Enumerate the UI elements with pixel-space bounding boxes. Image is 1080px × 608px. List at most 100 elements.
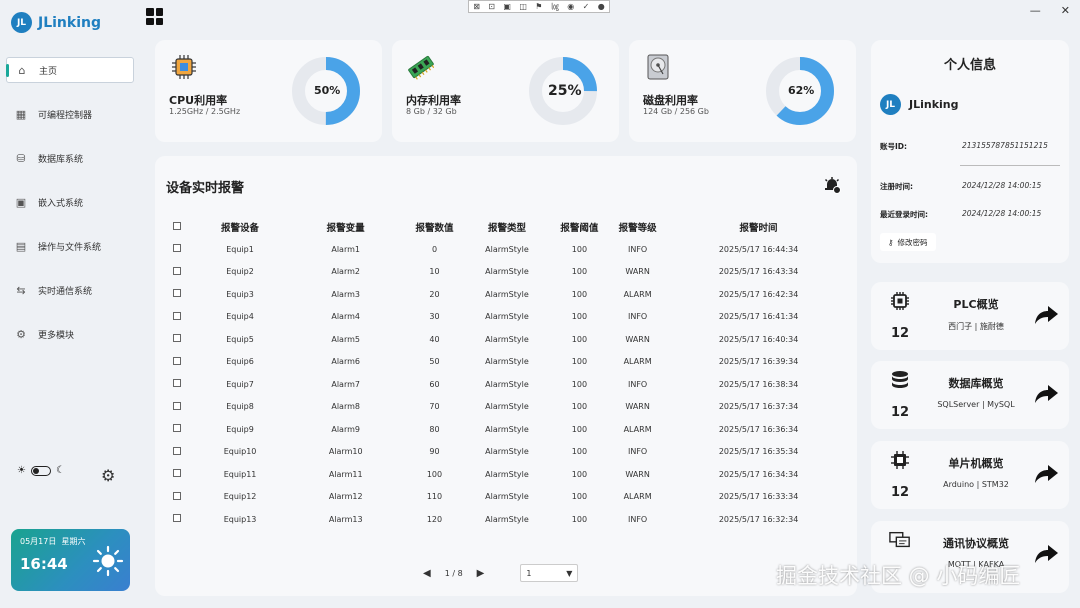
select-all-checkbox[interactable] [173, 221, 182, 230]
table-row: Equip11 Alarm11 100 AlarmStyle 100 WARN 2025/5… [163, 463, 853, 486]
table-cell: 70 [429, 402, 440, 412]
minimize-button[interactable]: — [1030, 4, 1041, 17]
row-select-cell [163, 486, 192, 509]
overview-subtitle: Arduino | STM32 [943, 480, 1009, 489]
table-cell: Alarm12 [328, 492, 363, 502]
protocol-icon [889, 529, 911, 551]
table-cell: 2025/5/17 16:32:34 [718, 514, 799, 524]
table-cell: AlarmStyle [485, 402, 529, 412]
last-login-row: 最近登录时间: 2024/12/28 14:00:15 [880, 209, 1060, 220]
row-checkbox[interactable] [173, 289, 182, 298]
row-checkbox[interactable] [173, 469, 182, 478]
overview-title: 通讯协议概览 [943, 537, 1009, 550]
column-header: 报警设备 [221, 223, 260, 234]
debug-tool-5[interactable]: ㏒ [551, 1, 559, 12]
sidebar-item-3[interactable]: ▣ 嵌入式系统 [6, 189, 134, 215]
register-time-value: 2024/12/28 14:00:15 [962, 181, 1042, 190]
alarm-table-card: 设备实时报警 报警设备 报警变量 报警数值 报警类型 报警阈值 报警等级 报警时间 Equi… [155, 156, 857, 596]
alarm-settings-icon[interactable] [823, 176, 841, 194]
table-cell: Equip1 [226, 244, 254, 254]
key-icon: ⚷ [888, 237, 894, 247]
chip-icon [889, 290, 911, 312]
table-cell: 2025/5/17 16:44:34 [718, 244, 799, 254]
row-select-cell [163, 306, 192, 329]
row-checkbox[interactable] [173, 244, 182, 253]
debug-tool-8[interactable]: ● [598, 2, 605, 11]
change-password-button[interactable]: ⚷ 修改密码 [880, 233, 936, 251]
sidebar-item-5[interactable]: ⇆ 实时通信系统 [6, 277, 134, 303]
row-checkbox[interactable] [173, 424, 182, 433]
debug-tool-7[interactable]: ✓ [583, 2, 590, 11]
pagination: ◀ 1 / 8 ▶ 1 ▼ [423, 564, 579, 582]
debug-tool-4[interactable]: ⚑ [535, 2, 542, 11]
stat-title: CPU利用率 [169, 94, 228, 107]
close-button[interactable]: ✕ [1061, 4, 1070, 17]
debug-tool-0[interactable]: ⊠ [473, 2, 480, 11]
table-cell: ALARM [623, 492, 652, 502]
row-checkbox[interactable] [173, 356, 182, 365]
table-cell: 0 [431, 244, 438, 254]
account-id-label: 账号ID: [880, 142, 908, 151]
sidebar-item-6[interactable]: ⚙ 更多模块 [6, 321, 134, 347]
sidebar-item-1[interactable]: ▦ 可编程控制器 [6, 101, 134, 127]
share-arrow-icon[interactable] [1033, 543, 1059, 565]
row-select-cell [163, 238, 192, 261]
database-icon: ⛁ [16, 151, 26, 165]
row-checkbox[interactable] [173, 491, 182, 500]
sidebar-item-label: 数据库系统 [38, 154, 84, 165]
page-select[interactable]: 1 ▼ [520, 564, 579, 582]
share-arrow-icon[interactable] [1033, 463, 1059, 485]
row-checkbox[interactable] [173, 311, 182, 320]
apps-grid-icon[interactable] [146, 8, 163, 25]
stat-title: 内存利用率 [406, 94, 461, 107]
next-page-button[interactable]: ▶ [477, 568, 485, 579]
row-checkbox[interactable] [173, 266, 182, 275]
share-arrow-icon[interactable] [1033, 383, 1059, 405]
debug-tool-3[interactable]: ◫ [519, 2, 527, 11]
row-checkbox[interactable] [173, 514, 182, 523]
table-cell: Equip2 [226, 267, 254, 277]
table-cell: 2025/5/17 16:43:34 [718, 267, 799, 277]
profile-title: 个人信息 [943, 58, 996, 73]
overview-count: 12 [891, 405, 910, 420]
table-cell: Alarm5 [331, 334, 360, 344]
table-header-row: 报警设备 报警变量 报警数值 报警类型 报警阈值 报警等级 报警时间 [163, 216, 853, 238]
sidebar-item-0[interactable]: ⌂ 主页 [6, 57, 134, 83]
overview-card[interactable]: 12 数据库概览 SQLServer | MySQL [871, 361, 1069, 429]
table-row: Equip7 Alarm7 60 AlarmStyle 100 INFO 2025/5/17… [163, 373, 853, 396]
settings-gear-icon[interactable]: ⚙ [101, 466, 115, 485]
row-checkbox[interactable] [173, 334, 182, 343]
database-icon [889, 369, 911, 391]
debug-tool-6[interactable]: ◉ [567, 2, 574, 11]
table-cell: Equip6 [226, 357, 254, 367]
table-cell: 80 [429, 424, 440, 434]
stat-subtitle: 8 Gb / 32 Gb [406, 107, 457, 116]
row-select-cell [163, 373, 192, 396]
chip-icon: ▦ [15, 107, 27, 121]
chevron-down-icon: ▼ [566, 568, 573, 578]
sun-icon: ☀ [17, 465, 26, 476]
theme-toggle[interactable] [30, 465, 51, 476]
table-cell: 120 [426, 514, 443, 524]
row-checkbox[interactable] [173, 379, 182, 388]
overview-card[interactable]: 12 PLC概览 西门子 | 施耐德 [871, 282, 1069, 350]
table-cell: 100 [571, 267, 588, 277]
page-indicator: 1 / 8 [444, 568, 463, 578]
debug-tool-2[interactable]: ▣ [503, 2, 511, 11]
row-checkbox[interactable] [173, 446, 182, 455]
table-cell: Equip13 [223, 514, 257, 524]
memory-usage-card: 内存利用率 8 Gb / 32 Gb 25% [392, 40, 619, 142]
debug-tool-1[interactable]: ⊡ [488, 2, 495, 11]
overview-card[interactable]: 12 单片机概览 Arduino | STM32 [871, 441, 1069, 509]
prev-page-button[interactable]: ◀ [423, 568, 431, 579]
sidebar-item-4[interactable]: ▤ 操作与文件系统 [6, 233, 134, 259]
share-arrow-icon[interactable] [1033, 304, 1059, 326]
table-cell: 60 [429, 379, 440, 389]
debug-toolbar: ⊠ ⊡ ▣ ◫ ⚑ ㏒ ◉ ✓ ● [468, 0, 610, 13]
table-cell: AlarmStyle [485, 447, 529, 457]
row-checkbox[interactable] [173, 401, 182, 410]
table-cell: WARN [625, 267, 650, 277]
sidebar-item-2[interactable]: ⛁ 数据库系统 [6, 145, 134, 171]
table-cell: Equip4 [226, 312, 254, 322]
table-cell: 100 [571, 379, 588, 389]
